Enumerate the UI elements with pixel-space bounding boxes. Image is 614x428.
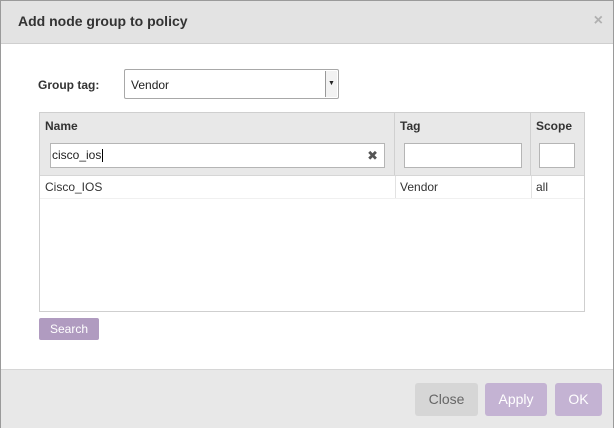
dialog-title: Add node group to policy [18,13,188,29]
row-scope-cell: all [531,176,584,198]
close-icon[interactable]: × [594,12,603,30]
table-row[interactable]: Cisco_IOS Vendor all [40,176,584,199]
group-tag-selected-value: Vendor [131,78,170,92]
dialog-footer: Close Apply OK [1,369,613,428]
name-filter-value: cisco_ios [52,148,104,162]
chevron-down-icon[interactable]: ▼ [325,71,337,97]
node-group-grid: Name cisco_ios ✖ Tag Scope Cisco_IOS Ven… [39,112,585,312]
apply-button[interactable]: Apply [485,383,547,416]
row-name-cell: Cisco_IOS [45,180,103,194]
name-filter-input[interactable]: cisco_ios ✖ [50,143,385,168]
group-tag-select[interactable]: Vendor ▼ [124,69,339,99]
add-node-group-dialog: Add node group to policy × Group tag: Ve… [0,0,614,428]
column-scope-title[interactable]: Scope [536,119,572,133]
column-scope: Scope [531,113,584,175]
row-tag-cell: Vendor [395,176,530,198]
column-name-title[interactable]: Name [45,119,78,133]
close-button[interactable]: Close [415,383,478,416]
column-tag: Tag [395,113,531,175]
grid-header: Name cisco_ios ✖ Tag Scope [40,113,584,176]
column-tag-title[interactable]: Tag [400,119,420,133]
tag-filter-input[interactable] [404,143,522,168]
ok-button[interactable]: OK [555,383,602,416]
search-button[interactable]: Search [39,318,99,340]
column-name: Name cisco_ios ✖ [40,113,395,175]
group-tag-label: Group tag: [38,78,100,92]
clear-icon[interactable]: ✖ [367,148,378,164]
dialog-titlebar: Add node group to policy × [1,1,613,44]
scope-filter-input[interactable] [539,143,575,168]
